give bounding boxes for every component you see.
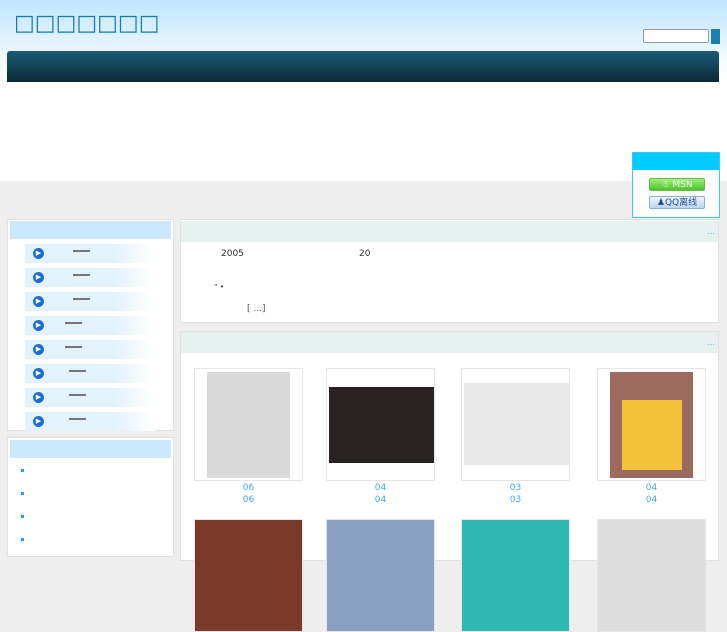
site-title: □□□□□□□	[14, 11, 160, 36]
intro-readmore-link[interactable]: [ ...]	[247, 304, 265, 314]
bullet	[21, 469, 24, 472]
arrow-right-circle-icon: ▶	[33, 392, 44, 403]
products-more-link[interactable]: ...	[707, 338, 715, 347]
product-image[interactable]	[329, 387, 434, 463]
arrow-right-circle-icon: ▶	[33, 368, 44, 379]
product-caption[interactable]: 04	[326, 495, 435, 505]
bullet	[21, 515, 24, 518]
sidebar-category-item[interactable]: ▶	[25, 340, 155, 359]
category-label	[69, 370, 86, 372]
product-image[interactable]	[610, 372, 693, 478]
product-image[interactable]	[207, 372, 290, 478]
intro-year: 2005	[221, 249, 244, 259]
arrow-right-circle-icon: ▶	[33, 248, 44, 259]
intro-more-link[interactable]: ...	[707, 227, 715, 236]
news-panel-header	[10, 440, 171, 458]
product-caption[interactable]: 04	[597, 483, 706, 493]
sidebar-news-panel	[7, 437, 174, 557]
product-card[interactable]	[194, 368, 303, 481]
product-caption[interactable]: 04	[597, 495, 706, 505]
contact-widget-header	[633, 153, 719, 170]
sidebar-category-panel: ▶ ▶ ▶ ▶ ▶ ▶ ▶ ▶	[7, 219, 174, 431]
intro-panel: ... 2005 20 “ • [ ...]	[180, 219, 719, 323]
product-caption[interactable]: 06	[194, 483, 303, 493]
search-button[interactable]	[711, 29, 720, 44]
bullet	[21, 538, 24, 541]
products-panel-header: ...	[181, 332, 718, 353]
product-caption[interactable]: 03	[461, 495, 570, 505]
product-caption[interactable]: 03	[461, 483, 570, 493]
contact-widget: ☃ MSN ♟QQ离线	[632, 152, 720, 218]
category-label	[69, 418, 86, 420]
msn-label: MSN	[672, 180, 693, 190]
product-card[interactable]	[461, 368, 570, 481]
sidebar-category-item[interactable]: ▶	[25, 292, 155, 311]
category-label	[65, 322, 82, 324]
products-panel: ... 06 06 04 04 03 03 04 04	[180, 331, 719, 632]
sidebar-category-item[interactable]: ▶	[25, 364, 155, 383]
arrow-right-circle-icon: ▶	[33, 344, 44, 355]
msn-icon: ☃	[661, 180, 673, 190]
bullet	[21, 492, 24, 495]
qq-penguin-icon: ♟	[656, 198, 665, 208]
arrow-right-circle-icon: ▶	[33, 272, 44, 283]
sidebar-category-item[interactable]: ▶	[25, 316, 155, 335]
product-card[interactable]	[194, 519, 303, 632]
sidebar-category-item[interactable]: ▶	[25, 268, 155, 287]
product-card[interactable]	[326, 368, 435, 481]
product-card[interactable]	[597, 368, 706, 481]
product-caption[interactable]: 04	[326, 483, 435, 493]
sidebar-category-item[interactable]: ▶	[25, 412, 155, 431]
search-input[interactable]	[643, 29, 709, 43]
arrow-right-circle-icon: ▶	[33, 296, 44, 307]
category-label	[73, 250, 90, 252]
category-label	[73, 274, 90, 276]
product-caption[interactable]: 06	[194, 495, 303, 505]
product-card[interactable]	[461, 519, 570, 632]
qq-label: QQ离线	[664, 198, 698, 208]
category-panel-header	[10, 221, 171, 239]
product-card[interactable]	[326, 519, 435, 632]
intro-punct: “ •	[214, 283, 224, 291]
sidebar-category-item[interactable]: ▶	[25, 244, 155, 263]
intro-panel-header: ...	[181, 221, 718, 242]
product-card[interactable]	[597, 519, 706, 632]
arrow-right-circle-icon: ▶	[33, 416, 44, 427]
category-label	[65, 346, 82, 348]
sidebar-category-item[interactable]: ▶	[25, 388, 155, 407]
category-label	[73, 298, 90, 300]
intro-number: 20	[359, 249, 371, 259]
category-label	[69, 394, 86, 396]
arrow-right-circle-icon: ▶	[33, 320, 44, 331]
product-image[interactable]	[464, 383, 569, 465]
qq-button[interactable]: ♟QQ离线	[649, 196, 705, 209]
msn-button[interactable]: ☃ MSN	[649, 178, 705, 191]
nav-bar	[7, 51, 719, 82]
